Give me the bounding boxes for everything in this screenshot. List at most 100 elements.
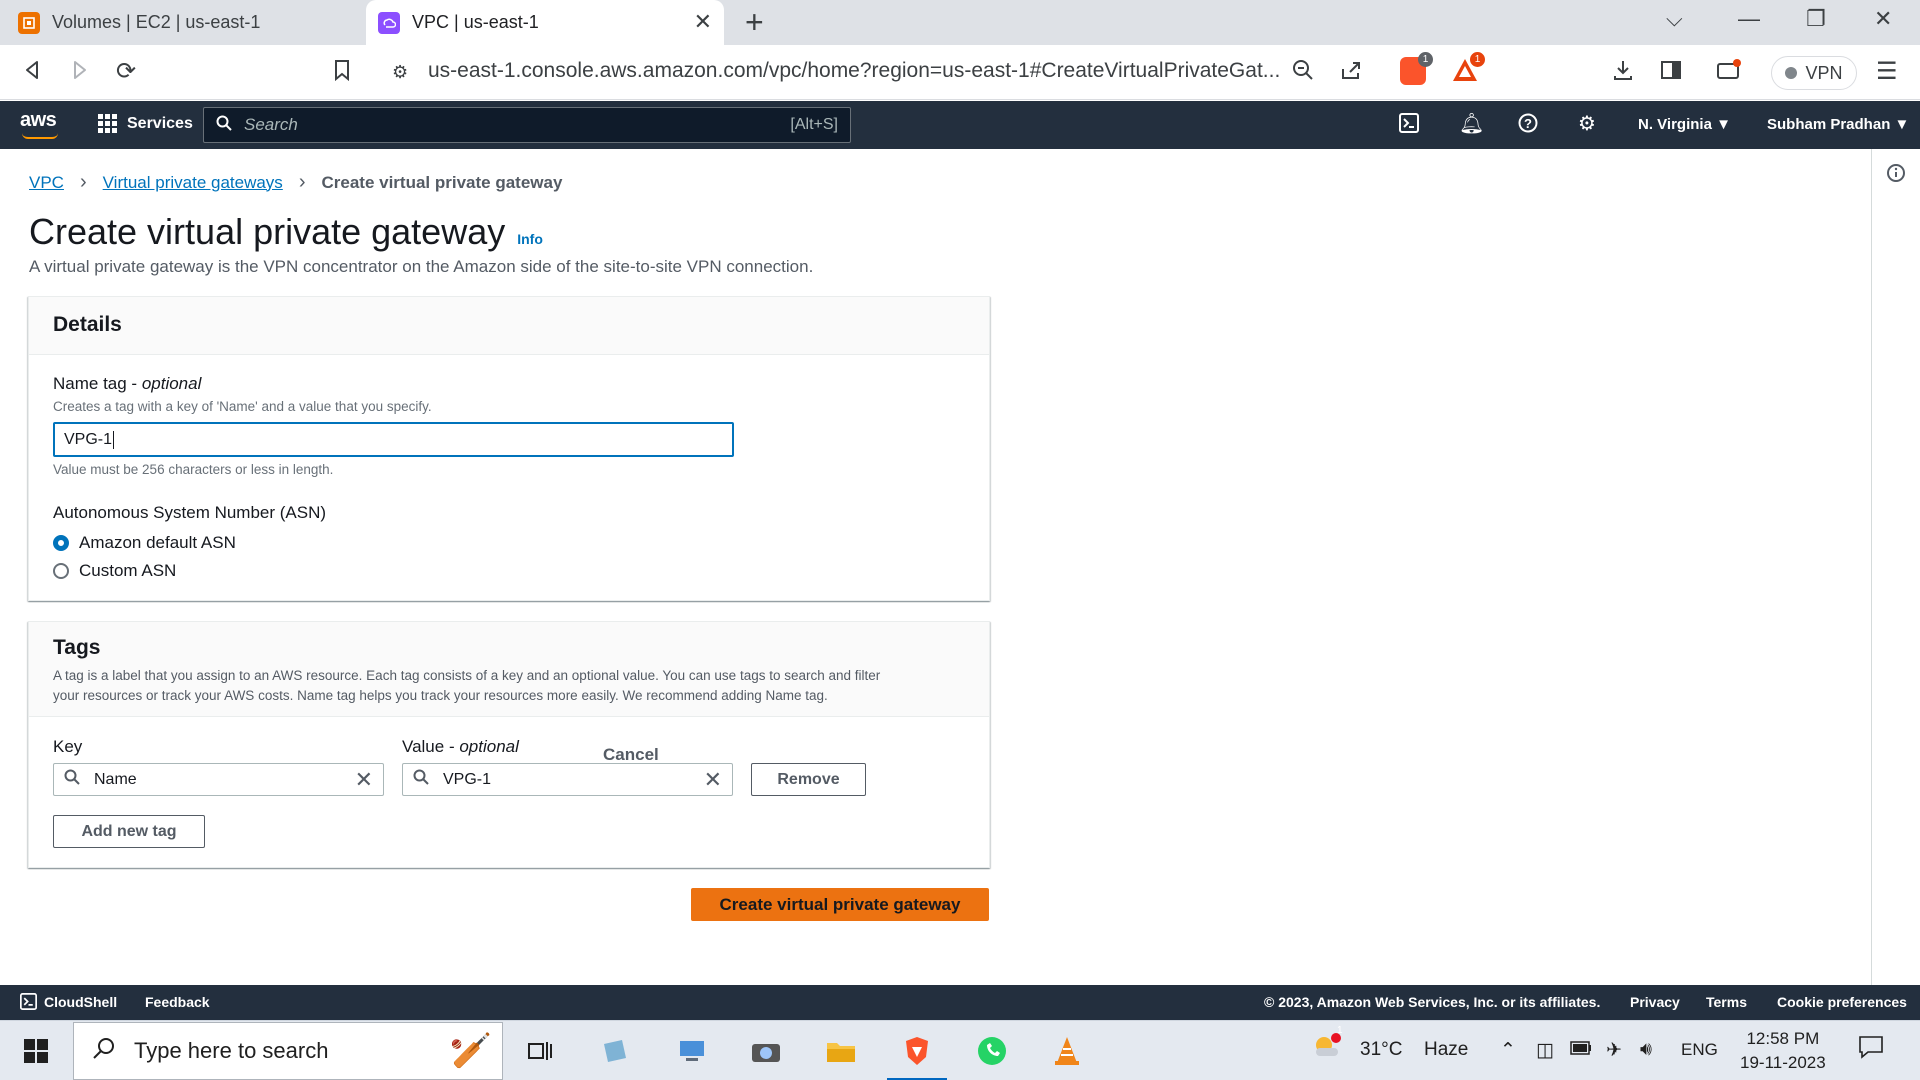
radio-amazon-default-asn[interactable]: Amazon default ASN	[53, 533, 236, 553]
task-view-icon[interactable]	[520, 1031, 560, 1071]
search-icon	[92, 1036, 116, 1066]
tab-title: VPC | us-east-1	[412, 12, 539, 32]
aws-footer: CloudShell Feedback © 2023, Amazon Web S…	[0, 985, 1920, 1020]
share-icon[interactable]	[1340, 59, 1362, 87]
tab-search-chevron-icon[interactable]: ⌵	[1666, 6, 1683, 32]
aws-search-input[interactable]: Search [Alt+S]	[203, 107, 851, 143]
clock-time: 12:58 PM	[1746, 1029, 1820, 1048]
brave-browser-icon[interactable]	[887, 1031, 947, 1080]
window-close-icon[interactable]: ✕	[1874, 6, 1892, 32]
notification-center-icon[interactable]	[1858, 1035, 1884, 1065]
info-circle-icon[interactable]	[1886, 163, 1906, 188]
notepad-app-icon[interactable]	[595, 1031, 635, 1071]
search-icon	[413, 769, 429, 790]
address-bar[interactable]: us-east-1.console.aws.amazon.com/vpc/hom…	[428, 59, 1280, 83]
feedback-link[interactable]: Feedback	[145, 994, 210, 1010]
search-icon	[64, 769, 80, 790]
meet-now-icon[interactable]: ◫	[1536, 1039, 1554, 1062]
battery-icon[interactable]	[1570, 1039, 1592, 1061]
page-description: A virtual private gateway is the VPN con…	[29, 257, 814, 276]
vpn-button[interactable]: VPN	[1771, 56, 1857, 90]
tag-key-input[interactable]: Name ✕	[53, 763, 384, 796]
region-selector[interactable]: N. Virginia ▼	[1638, 116, 1731, 133]
breadcrumb-vpc[interactable]: VPC	[29, 173, 64, 193]
camera-app-icon[interactable]	[746, 1031, 786, 1071]
airplane-mode-icon[interactable]: ✈	[1606, 1039, 1622, 1062]
tab-title: Volumes | EC2 | us-east-1	[52, 12, 261, 32]
tab-vpc[interactable]: VPC | us-east-1 ✕	[366, 0, 724, 45]
cookie-preferences-link[interactable]: Cookie preferences	[1777, 994, 1907, 1010]
wallet-icon[interactable]	[1716, 59, 1742, 87]
brave-shields-icon[interactable]: 1	[1400, 52, 1433, 85]
this-pc-app-icon[interactable]	[672, 1031, 712, 1071]
tag-key-value: Name	[94, 770, 137, 788]
radio-unselected-icon	[53, 563, 69, 579]
cloudshell-footer-icon[interactable]	[20, 993, 37, 1013]
page-title: Create virtual private gateway	[29, 211, 506, 252]
svg-text:?: ?	[1524, 116, 1532, 131]
cloudshell-icon[interactable]	[1399, 113, 1419, 138]
language-indicator[interactable]: ENG	[1681, 1040, 1718, 1060]
name-tag-input[interactable]: VPG-1	[53, 422, 734, 457]
system-clock[interactable]: 12:58 PM 19-11-2023	[1740, 1027, 1826, 1075]
site-settings-icon[interactable]: ⚙	[392, 59, 408, 85]
tab-ec2-volumes[interactable]: Volumes | EC2 | us-east-1	[0, 0, 364, 45]
close-icon[interactable]: ✕	[694, 11, 712, 33]
back-icon[interactable]	[22, 59, 42, 87]
privacy-link[interactable]: Privacy	[1630, 994, 1680, 1010]
weather-temp[interactable]: 31°C	[1360, 1039, 1402, 1061]
cloudshell-link[interactable]: CloudShell	[44, 994, 117, 1010]
zoom-icon[interactable]	[1292, 59, 1314, 87]
name-tag-label: Name tag - optional	[53, 374, 202, 393]
breadcrumb-virtual-private-gateways[interactable]: Virtual private gateways	[103, 173, 283, 193]
tag-value-input[interactable]: VPG-1 ✕	[402, 763, 733, 796]
menu-icon[interactable]: ☰	[1876, 59, 1898, 85]
account-menu[interactable]: Subham Pradhan ▼	[1767, 116, 1909, 133]
aws-logo[interactable]: aws	[20, 109, 58, 139]
add-new-tag-button[interactable]: Add new tag	[53, 815, 205, 848]
browser-tab-bar: Volumes | EC2 | us-east-1 VPC | us-east-…	[0, 0, 1920, 45]
reload-icon[interactable]: ⟳	[116, 59, 136, 85]
download-icon[interactable]	[1612, 59, 1634, 87]
show-hidden-icons-chevron-icon[interactable]: ⌃	[1500, 1039, 1516, 1062]
notifications-bell-icon[interactable]: 🔔︎	[1459, 113, 1484, 135]
copyright: © 2023, Amazon Web Services, Inc. or its…	[1264, 994, 1601, 1010]
vpn-status-icon	[1785, 67, 1798, 79]
taskbar-search-input[interactable]: Type here to search 🏏	[73, 1022, 503, 1080]
help-icon[interactable]: ?	[1518, 113, 1538, 138]
terms-link[interactable]: Terms	[1706, 994, 1747, 1010]
radio-custom-asn[interactable]: Custom ASN	[53, 561, 176, 581]
restore-icon[interactable]: ❐	[1806, 6, 1826, 32]
main-content: VPC › Virtual private gateways › Create …	[0, 149, 1871, 985]
remove-tag-button[interactable]: Remove	[751, 763, 866, 796]
search-icon	[216, 115, 232, 136]
tag-value-label: Value - optional	[402, 737, 519, 756]
minimize-icon[interactable]: —	[1738, 6, 1760, 32]
weather-badge: 1	[1337, 1025, 1343, 1036]
windows-start-icon[interactable]	[16, 1031, 56, 1071]
volume-icon[interactable]: 🔊︎	[1640, 1039, 1652, 1061]
info-link[interactable]: Info	[517, 231, 543, 247]
forward-icon[interactable]	[70, 59, 90, 87]
weather-icon[interactable]	[1312, 1033, 1342, 1065]
clear-key-icon[interactable]: ✕	[355, 767, 373, 793]
file-explorer-icon[interactable]	[821, 1031, 861, 1071]
cancel-button[interactable]: Cancel	[603, 745, 659, 765]
windows-taskbar: Type here to search 🏏 1 31°C Haze ⌃ ◫ ✈ …	[0, 1020, 1920, 1080]
grid-icon	[98, 114, 117, 133]
weather-desc[interactable]: Haze	[1424, 1039, 1468, 1061]
settings-gear-icon[interactable]: ⚙	[1578, 113, 1596, 135]
tag-value-value: VPG-1	[443, 770, 492, 788]
chevron-right-icon: ›	[79, 171, 87, 193]
search-placeholder: Search	[244, 115, 298, 134]
new-tab-icon[interactable]: +	[745, 6, 764, 38]
bookmark-icon[interactable]	[333, 59, 351, 87]
whatsapp-icon[interactable]	[972, 1031, 1012, 1071]
vlc-icon[interactable]	[1047, 1031, 1087, 1071]
brave-rewards-icon[interactable]: 1	[1452, 52, 1485, 85]
clear-value-icon[interactable]: ✕	[704, 767, 722, 793]
create-virtual-private-gateway-button[interactable]: Create virtual private gateway	[691, 888, 989, 921]
asn-label: Autonomous System Number (ASN)	[53, 503, 327, 522]
services-menu-button[interactable]: Services	[98, 114, 193, 133]
sidebar-icon[interactable]	[1660, 59, 1682, 87]
